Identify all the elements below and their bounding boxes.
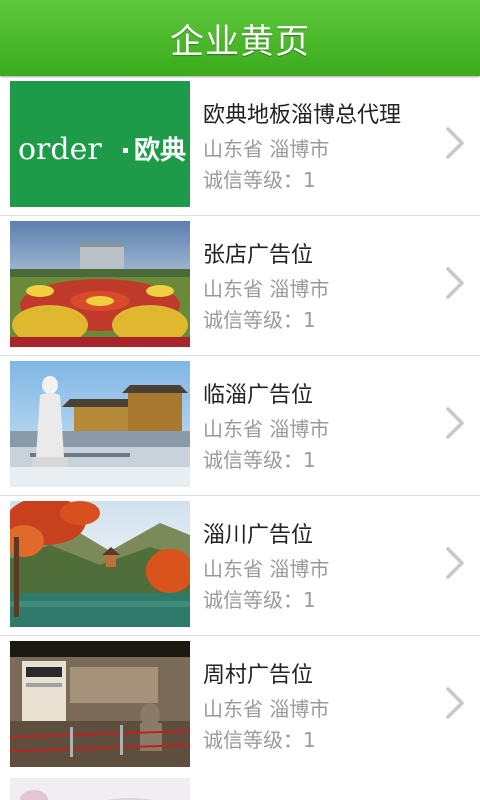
company-logo-image: order 欧典: [10, 81, 190, 207]
chevron-right-icon: [446, 127, 464, 159]
listing-location: 山东省 淄博市: [203, 697, 330, 721]
listing-title: 张店广告位: [203, 243, 314, 268]
listing-title: 欧典地板淄博总代理: [203, 103, 402, 128]
list-item-partial[interactable]: [0, 773, 480, 800]
autumn-lake-image: [10, 501, 190, 627]
svg-text:欧典: 欧典: [134, 135, 186, 166]
list-item[interactable]: 张店广告位 山东省 淄博市 诚信等级：1: [0, 216, 480, 356]
list-item[interactable]: 淄川广告位 山东省 淄博市 诚信等级：1: [0, 496, 480, 636]
chevron-right-icon: [446, 267, 464, 299]
listing-location: 山东省 淄博市: [203, 277, 330, 301]
listing-credit-level: 诚信等级：1: [203, 588, 316, 612]
listing-title: 淄川广告位: [203, 523, 314, 548]
svg-text:order: order: [18, 132, 102, 167]
chevron-right-icon: [446, 547, 464, 579]
museum-exhibit-image: [10, 641, 190, 767]
listing-title: 临淄广告位: [203, 383, 314, 408]
statue-temple-image: [10, 361, 190, 487]
list-item[interactable]: order 欧典 欧典地板淄博总代理 山东省 淄博市 诚信等级：1: [0, 76, 480, 216]
listing-title: 周村广告位: [203, 663, 314, 688]
company-list[interactable]: order 欧典 欧典地板淄博总代理 山东省 淄博市 诚信等级：1 张店广告位 …: [0, 76, 480, 800]
listing-credit-level: 诚信等级：1: [203, 168, 316, 192]
list-item[interactable]: 周村广告位 山东省 淄博市 诚信等级：1: [0, 636, 480, 776]
listing-location: 山东省 淄博市: [203, 417, 330, 441]
app-header: 企业黄页: [0, 0, 480, 76]
listing-credit-level: 诚信等级：1: [203, 728, 316, 752]
listing-credit-level: 诚信等级：1: [203, 448, 316, 472]
page-title: 企业黄页: [170, 21, 310, 62]
listing-location: 山东省 淄博市: [203, 557, 330, 581]
listing-location: 山东省 淄博市: [203, 137, 330, 161]
partial-thumbnail-image: [10, 778, 190, 800]
listing-credit-level: 诚信等级：1: [203, 308, 316, 332]
chevron-right-icon: [446, 687, 464, 719]
chevron-right-icon: [446, 407, 464, 439]
list-item[interactable]: 临淄广告位 山东省 淄博市 诚信等级：1: [0, 356, 480, 496]
flower-garden-image: [10, 221, 190, 347]
